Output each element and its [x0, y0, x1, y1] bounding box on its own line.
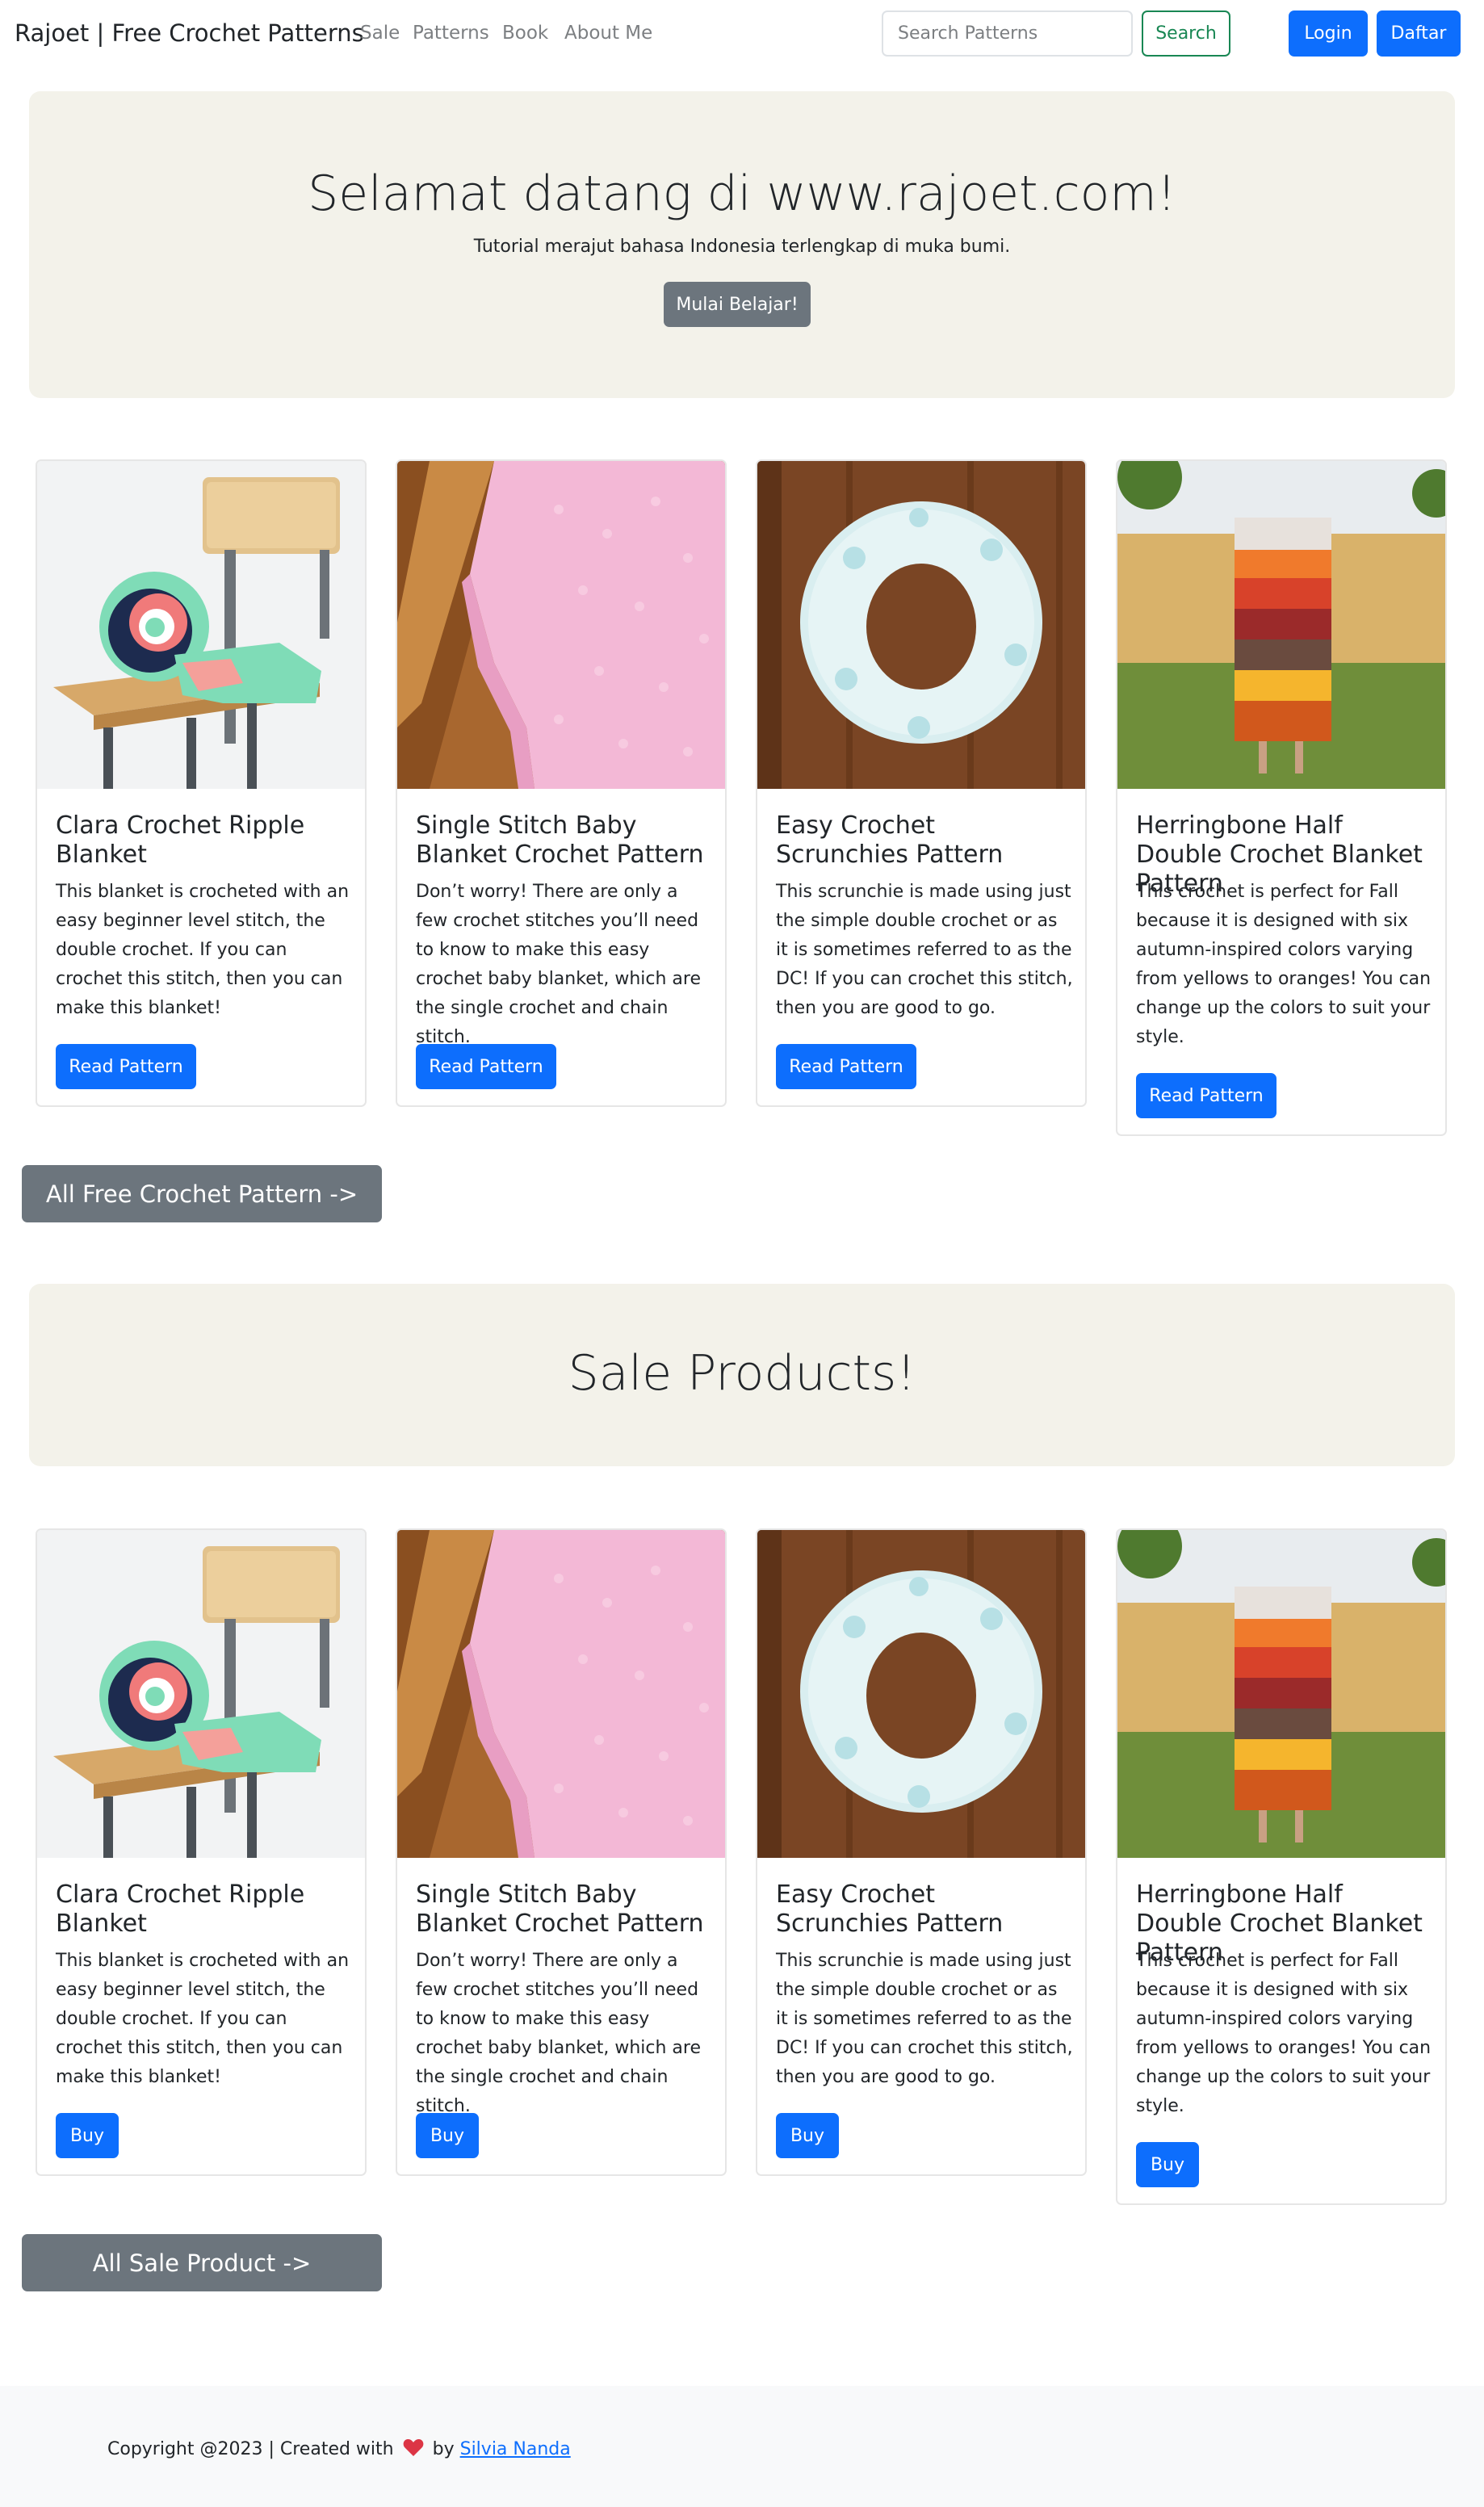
- card-text: This crochet is perfect for Fall because…: [1136, 882, 1432, 1047]
- sale-card: Easy Crochet Scrunchies Pattern This scr…: [756, 1528, 1087, 2176]
- pink-baby-blanket-image: [397, 1530, 725, 1858]
- scrunchie-image: [757, 1530, 1085, 1858]
- login-button[interactable]: Login: [1289, 10, 1368, 57]
- brand-link[interactable]: Rajoet | Free Crochet Patterns: [15, 19, 364, 47]
- author-link[interactable]: Silvia Nanda: [460, 2439, 571, 2459]
- mulai-belajar-button[interactable]: Mulai Belajar!: [664, 282, 811, 327]
- card-title: Easy Crochet Scrunchies Pattern: [776, 811, 1004, 869]
- card-text: This scrunchie is made using just the si…: [776, 882, 1073, 1018]
- footer: Copyright @2023 | Created with by Silvia…: [0, 2386, 1484, 2507]
- card-title: Single Stitch Baby Blanket Crochet Patte…: [416, 811, 704, 869]
- autumn-blanket-image: [1117, 461, 1445, 789]
- buy-button[interactable]: Buy: [56, 2113, 119, 2158]
- footer-copyright: Copyright @2023 | Created with by Silvia…: [107, 2438, 571, 2459]
- ripple-blanket-image: [37, 1530, 365, 1858]
- card-text: Don’t worry! There are only a few croche…: [416, 1951, 701, 2116]
- hero-jumbotron: Selamat datang di www.rajoet.com! Tutori…: [29, 91, 1455, 398]
- hero-title: Selamat datang di www.rajoet.com!: [308, 166, 1176, 222]
- navbar: Rajoet | Free Crochet Patterns Sale Patt…: [0, 0, 1484, 69]
- all-sale-product-button[interactable]: All Sale Product ->: [22, 2234, 382, 2291]
- read-pattern-button[interactable]: Read Pattern: [1136, 1073, 1276, 1118]
- sale-title: Sale Products!: [568, 1345, 916, 1402]
- daftar-button[interactable]: Daftar: [1377, 10, 1461, 57]
- card-title: Clara Crochet Ripple Blanket: [56, 811, 305, 869]
- card-title: Easy Crochet Scrunchies Pattern: [776, 1880, 1004, 1938]
- hero-subtitle: Tutorial merajut bahasa Indonesia terlen…: [473, 237, 1011, 257]
- buy-button[interactable]: Buy: [1136, 2142, 1199, 2187]
- sale-card: Single Stitch Baby Blanket Crochet Patte…: [396, 1528, 727, 2176]
- card-title: Clara Crochet Ripple Blanket: [56, 1880, 305, 1938]
- ripple-blanket-image: [37, 461, 365, 789]
- nav-link-patterns[interactable]: Patterns: [413, 23, 489, 44]
- nav-link-sale[interactable]: Sale: [360, 23, 400, 44]
- sale-jumbotron: Sale Products!: [29, 1284, 1455, 1466]
- nav-link-about-me[interactable]: About Me: [564, 23, 652, 44]
- pink-baby-blanket-image: [397, 461, 725, 789]
- scrunchie-image: [757, 461, 1085, 789]
- card-text: This blanket is crocheted with an easy b…: [56, 882, 350, 1018]
- autumn-blanket-image: [1117, 1530, 1445, 1858]
- sale-card: Herringbone Half Double Crochet Blanket …: [1116, 1528, 1447, 2205]
- card-text: This crochet is perfect for Fall because…: [1136, 1951, 1432, 2116]
- card-text: Don’t worry! There are only a few croche…: [416, 882, 701, 1047]
- pattern-card: Herringbone Half Double Crochet Blanket …: [1116, 459, 1447, 1136]
- pattern-card: Single Stitch Baby Blanket Crochet Patte…: [396, 459, 727, 1107]
- heart-icon: [403, 2438, 424, 2457]
- pattern-card: Clara Crochet Ripple Blanket This blanke…: [36, 459, 367, 1107]
- card-text: This scrunchie is made using just the si…: [776, 1951, 1073, 2087]
- nav-link-book[interactable]: Book: [502, 23, 548, 44]
- card-text: This blanket is crocheted with an easy b…: [56, 1951, 350, 2087]
- read-pattern-button[interactable]: Read Pattern: [416, 1044, 556, 1089]
- buy-button[interactable]: Buy: [416, 2113, 479, 2158]
- search-button[interactable]: Search: [1142, 10, 1230, 57]
- sale-card: Clara Crochet Ripple Blanket This blanke…: [36, 1528, 367, 2176]
- card-title: Single Stitch Baby Blanket Crochet Patte…: [416, 1880, 704, 1938]
- all-free-pattern-button[interactable]: All Free Crochet Pattern ->: [22, 1165, 382, 1222]
- footer-by: by: [432, 2439, 455, 2459]
- search-input[interactable]: [882, 10, 1133, 57]
- read-pattern-button[interactable]: Read Pattern: [56, 1044, 196, 1089]
- footer-prefix: Copyright @2023 | Created with: [107, 2439, 394, 2459]
- buy-button[interactable]: Buy: [776, 2113, 839, 2158]
- pattern-card: Easy Crochet Scrunchies Pattern This scr…: [756, 459, 1087, 1107]
- read-pattern-button[interactable]: Read Pattern: [776, 1044, 916, 1089]
